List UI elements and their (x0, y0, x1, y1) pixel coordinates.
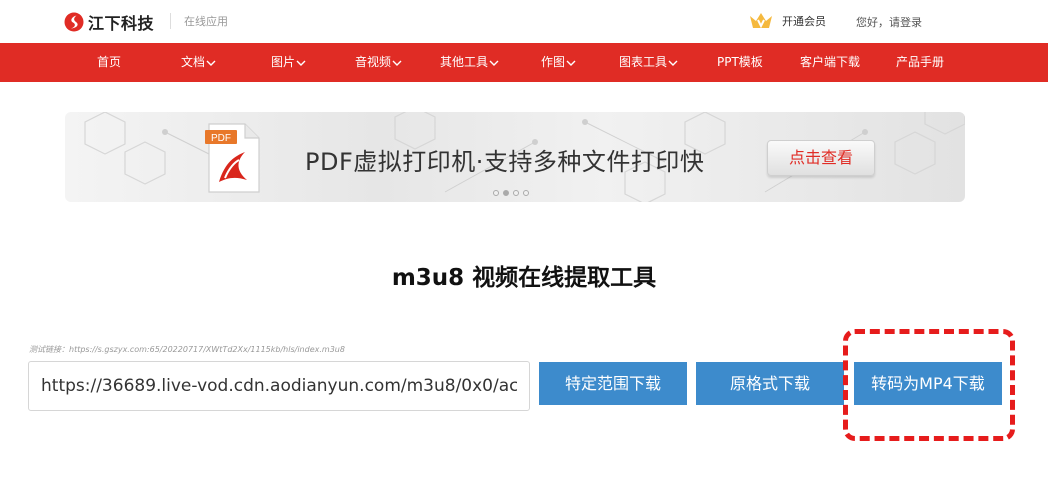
brand-name: 江下科技 (88, 14, 155, 33)
nav-item-drawing[interactable]: 作图 (541, 43, 576, 82)
carousel-dot[interactable] (523, 190, 529, 196)
nav-item-label: 首页 (97, 55, 122, 69)
nav-item-label: 音视频 (355, 55, 392, 69)
nav-item-client-download[interactable]: 客户端下载 (800, 43, 860, 82)
m3u8-url-input[interactable] (28, 361, 530, 411)
carousel-dot[interactable] (493, 190, 499, 196)
crown-icon (750, 13, 772, 29)
vip-button[interactable]: 开通会员 (748, 11, 826, 31)
promo-banner[interactable]: PDF PDF虚拟打印机·支持多种文件打印快 点击查看 (65, 112, 965, 202)
nav-item-ppt-templates[interactable]: PPT模板 (717, 43, 763, 82)
vip-label: 开通会员 (782, 15, 826, 28)
nav-item-images[interactable]: 图片 (271, 43, 306, 82)
nav-item-product-manual[interactable]: 产品手册 (896, 43, 944, 82)
page-title: m3u8 视频在线提取工具 (391, 265, 657, 291)
test-link-hint[interactable]: 测试链接：https://s.gszyx.com:65/20220717/XWt… (29, 344, 345, 355)
brand-subtitle: 在线应用 (184, 15, 228, 28)
nav-item-label: 客户端下载 (800, 55, 861, 69)
pdf-badge-label: PDF (211, 133, 231, 144)
chevron-down-icon (668, 60, 678, 66)
original-format-download-button[interactable]: 原格式下载 (696, 362, 844, 405)
login-link[interactable]: 您好，请登录 (856, 14, 922, 30)
nav-item-label: 产品手册 (896, 55, 945, 69)
logo[interactable]: 江下科技 (64, 10, 154, 34)
range-download-button[interactable]: 特定范围下载 (539, 362, 687, 405)
carousel-dot-active[interactable] (503, 190, 509, 196)
nav-item-other-tools[interactable]: 其他工具 (440, 43, 499, 82)
top-header: 江下科技 在线应用 开通会员 您好，请登录 (0, 0, 1048, 43)
pdf-document-icon: PDF (205, 123, 260, 193)
nav-item-label: 作图 (541, 55, 566, 69)
nav-item-chart-tools[interactable]: 图表工具 (619, 43, 678, 82)
nav-item-label: 其他工具 (440, 55, 489, 69)
nav-item-label: 文档 (181, 55, 206, 69)
brand-logo-icon (64, 12, 84, 32)
highlight-annotation (843, 329, 1015, 441)
chevron-down-icon (296, 60, 306, 66)
header-divider (170, 13, 171, 29)
nav-item-label: PPT模板 (717, 55, 763, 69)
carousel-dot[interactable] (513, 190, 519, 196)
carousel-indicators (493, 190, 529, 196)
nav-item-label: 图表工具 (619, 55, 668, 69)
chevron-down-icon (206, 60, 216, 66)
nav-item-documents[interactable]: 文档 (181, 43, 216, 82)
nav-item-home[interactable]: 首页 (97, 43, 121, 82)
nav-item-label: 图片 (271, 55, 296, 69)
chevron-down-icon (392, 60, 402, 66)
nav-item-audio-video[interactable]: 音视频 (355, 43, 402, 82)
banner-cta-button[interactable]: 点击查看 (767, 140, 875, 176)
chevron-down-icon (566, 60, 576, 66)
banner-headline: PDF虚拟打印机·支持多种文件打印快 (305, 148, 705, 176)
chevron-down-icon (489, 60, 499, 66)
main-nav: 首页 文档 图片 音视频 其他工具 作图 图表工具 PPT模板 客户端下载 产品… (0, 43, 1048, 82)
